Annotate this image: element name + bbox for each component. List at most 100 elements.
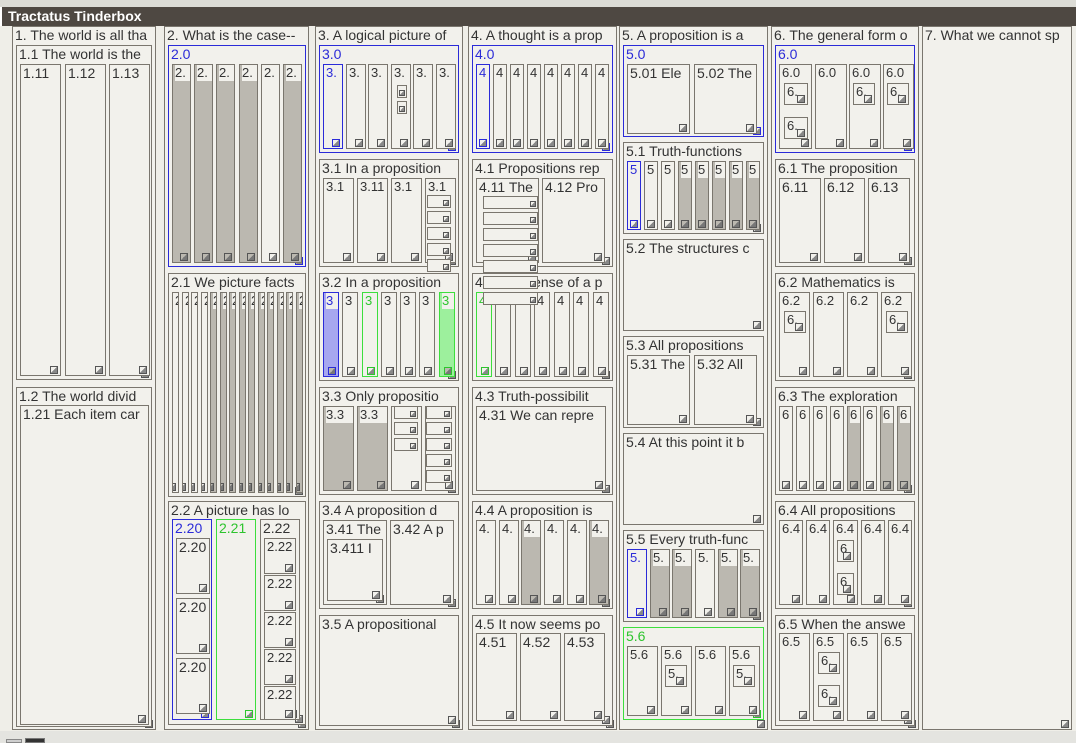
sub-note-box[interactable] xyxy=(394,422,418,435)
resize-corner-icon[interactable] xyxy=(897,323,905,331)
resize-corner-icon[interactable] xyxy=(224,253,232,261)
sub-note-box[interactable] xyxy=(397,85,407,98)
note-box[interactable]: 6.4 xyxy=(806,520,830,605)
note-box[interactable]: 6 xyxy=(779,406,793,491)
note-box[interactable]: 4.12 Pro xyxy=(542,178,605,263)
note-box[interactable]: 5 xyxy=(695,161,709,230)
resize-corner-icon[interactable] xyxy=(833,481,841,489)
resize-corner-icon[interactable] xyxy=(867,711,875,719)
resize-corner-icon[interactable] xyxy=(444,443,450,449)
sub-note-box[interactable] xyxy=(483,196,538,209)
resize-corner-icon[interactable] xyxy=(797,129,805,137)
resize-corner-icon[interactable] xyxy=(530,139,538,147)
treemap-canvas[interactable]: 1. The world is all tha 1.1 The world is … xyxy=(0,26,1076,731)
resize-corner-icon[interactable] xyxy=(297,483,300,491)
sub-note-box[interactable] xyxy=(394,438,418,451)
note-box[interactable]: 3.5 A propositional xyxy=(319,615,459,726)
sub-note-box[interactable] xyxy=(427,227,451,240)
note-box[interactable]: 3.3 xyxy=(323,406,354,491)
resize-corner-icon[interactable] xyxy=(782,481,790,489)
note-box[interactable]: 6 xyxy=(863,406,877,491)
resize-corner-icon[interactable] xyxy=(901,711,909,719)
sub-note-box[interactable] xyxy=(427,243,451,256)
note-box[interactable]: 6. xyxy=(818,685,840,707)
resize-corner-icon[interactable] xyxy=(199,644,207,652)
resize-corner-icon[interactable] xyxy=(513,139,521,147)
resize-corner-icon[interactable] xyxy=(247,253,255,261)
resize-corner-icon[interactable] xyxy=(367,367,375,375)
note-box[interactable]: 3 xyxy=(342,292,358,377)
note-box[interactable]: 6.0 xyxy=(849,64,881,149)
note-box[interactable]: 3.1 xyxy=(323,178,354,263)
resize-corner-icon[interactable] xyxy=(347,367,355,375)
resize-corner-icon[interactable] xyxy=(355,139,363,147)
note-box[interactable]: 3 xyxy=(439,292,455,377)
resize-corner-icon[interactable] xyxy=(240,483,243,491)
resize-corner-icon[interactable] xyxy=(443,200,449,206)
note-box[interactable]: 4.52 xyxy=(520,633,561,721)
resize-corner-icon[interactable] xyxy=(792,595,800,603)
note-box[interactable]: 6 xyxy=(830,406,844,491)
resize-corner-icon[interactable] xyxy=(564,139,572,147)
note-box[interactable]: 4. xyxy=(567,520,587,605)
note-box[interactable]: 5. xyxy=(650,549,670,618)
resize-corner-icon[interactable] xyxy=(481,367,489,375)
note-box[interactable]: 6.0 xyxy=(815,64,847,149)
resize-corner-icon[interactable] xyxy=(559,367,567,375)
resize-corner-icon[interactable] xyxy=(681,608,689,616)
resize-corner-icon[interactable] xyxy=(530,281,536,287)
resize-corner-icon[interactable] xyxy=(883,481,891,489)
resize-corner-icon[interactable] xyxy=(372,591,380,599)
note-box[interactable]: 4.51 xyxy=(476,633,517,721)
resize-corner-icon[interactable] xyxy=(332,139,340,147)
resize-corner-icon[interactable] xyxy=(530,595,538,603)
note-box[interactable]: 3.42 A p xyxy=(390,520,454,605)
resize-corner-icon[interactable] xyxy=(399,90,405,96)
note-box[interactable]: 5. xyxy=(740,549,760,618)
resize-corner-icon[interactable] xyxy=(444,459,450,465)
resize-corner-icon[interactable] xyxy=(410,443,416,449)
note-box[interactable]: 4. xyxy=(589,520,609,605)
resize-corner-icon[interactable] xyxy=(520,367,528,375)
note-box[interactable]: 6 xyxy=(880,406,894,491)
note-box[interactable]: 6.2 xyxy=(779,292,810,377)
resize-corner-icon[interactable] xyxy=(343,253,351,261)
resize-corner-icon[interactable] xyxy=(95,366,103,374)
resize-corner-icon[interactable] xyxy=(287,483,290,491)
note-box[interactable]: 2.22 xyxy=(264,575,296,611)
resize-corner-icon[interactable] xyxy=(647,706,655,714)
note-box[interactable]: 2.22 xyxy=(264,538,296,574)
note-box[interactable]: 5. xyxy=(672,549,692,618)
note-box[interactable]: 4.31 We can repre xyxy=(476,406,606,491)
note-box[interactable]: 5 xyxy=(644,161,658,230)
note-box[interactable]: 6.5 xyxy=(813,633,844,721)
resize-corner-icon[interactable] xyxy=(854,253,862,261)
resize-corner-icon[interactable] xyxy=(285,638,293,646)
note-box[interactable]: 5 xyxy=(712,161,726,230)
resize-corner-icon[interactable] xyxy=(843,552,851,560)
resize-corner-icon[interactable] xyxy=(1061,720,1069,728)
note-box[interactable]: 2 xyxy=(286,292,293,493)
resize-corner-icon[interactable] xyxy=(746,124,754,132)
sub-note-box[interactable] xyxy=(397,101,407,114)
resize-corner-icon[interactable] xyxy=(377,481,385,489)
note-box[interactable]: 6.11 xyxy=(779,178,821,263)
resize-corner-icon[interactable] xyxy=(576,595,584,603)
note-box[interactable]: 5. xyxy=(718,549,738,618)
note-box[interactable]: 2 xyxy=(220,292,227,493)
resize-corner-icon[interactable] xyxy=(681,220,689,228)
resize-corner-icon[interactable] xyxy=(496,139,504,147)
resize-corner-icon[interactable] xyxy=(424,367,432,375)
note-box[interactable]: 6. xyxy=(887,83,909,105)
note-box[interactable]: 3 xyxy=(400,292,416,377)
note-box[interactable]: 6 xyxy=(897,406,911,491)
status-tab-right[interactable] xyxy=(25,738,45,743)
resize-corner-icon[interactable] xyxy=(847,595,855,603)
note-box[interactable]: 5. xyxy=(665,665,687,687)
sub-note-box[interactable] xyxy=(426,470,452,483)
note-box[interactable]: 6 xyxy=(813,406,827,491)
resize-corner-icon[interactable] xyxy=(192,483,195,491)
note-box[interactable]: 6.2 xyxy=(847,292,878,377)
note-box[interactable]: 6.12 xyxy=(824,178,865,263)
note-box[interactable]: 6.4 xyxy=(779,520,803,605)
